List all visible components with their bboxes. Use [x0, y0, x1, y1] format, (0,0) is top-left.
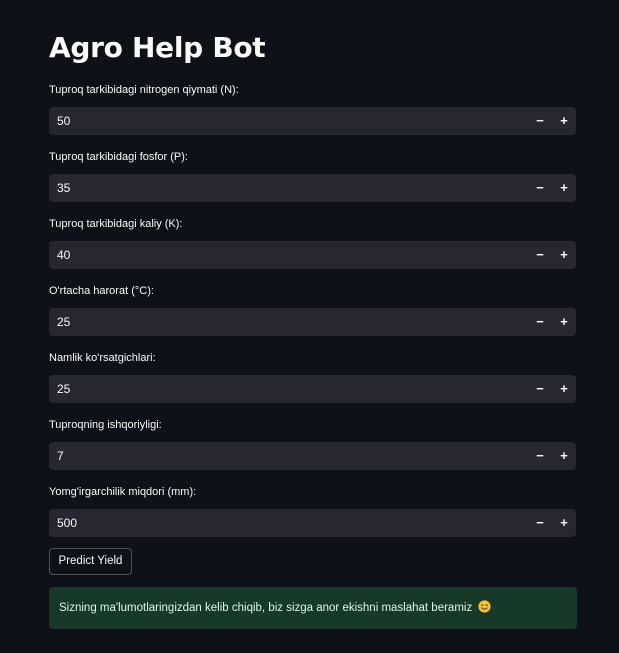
phosphorus-field: Tuproq tarkibidagi fosfor (P): 35 − +	[49, 149, 576, 202]
rainfall-input[interactable]: 500	[57, 509, 77, 537]
temperature-decrement-button[interactable]: −	[529, 308, 551, 336]
app-root: Agro Help Bot Tuproq tarkibidagi nitroge…	[0, 0, 619, 653]
humidity-number-box: 25 − +	[49, 375, 576, 403]
temperature-label: O'rtacha harorat (°C):	[49, 285, 154, 297]
ph-label: Tuproqning ishqoriyligi:	[49, 419, 162, 431]
nitrogen-number-box: 50 − +	[49, 107, 576, 135]
nitrogen-input[interactable]: 50	[57, 107, 70, 135]
potassium-increment-button[interactable]: +	[553, 241, 575, 269]
temperature-increment-button[interactable]: +	[553, 308, 575, 336]
humidity-field: Namlik ko'rsatgichlari: 25 − +	[49, 350, 576, 403]
rainfall-field: Yomg'irgarchilik miqdori (mm): 500 − +	[49, 484, 576, 537]
temperature-number-box: 25 − +	[49, 308, 576, 336]
nitrogen-decrement-button[interactable]: −	[529, 107, 551, 135]
potassium-field: Tuproq tarkibidagi kaliy (K): 40 − +	[49, 216, 576, 269]
humidity-input[interactable]: 25	[57, 375, 70, 403]
ph-decrement-button[interactable]: −	[529, 442, 551, 470]
rainfall-decrement-button[interactable]: −	[529, 509, 551, 537]
predict-yield-button[interactable]: Predict Yield	[49, 548, 132, 575]
ph-input[interactable]: 7	[57, 442, 64, 470]
humidity-decrement-button[interactable]: −	[529, 375, 551, 403]
rainfall-increment-button[interactable]: +	[553, 509, 575, 537]
phosphorus-label: Tuproq tarkibidagi fosfor (P):	[49, 151, 188, 163]
phosphorus-decrement-button[interactable]: −	[529, 174, 551, 202]
smiling-face-icon	[478, 589, 491, 613]
ph-field: Tuproqning ishqoriyligi: 7 − +	[49, 417, 576, 470]
potassium-input[interactable]: 40	[57, 241, 70, 269]
page-title: Agro Help Bot	[49, 31, 266, 64]
humidity-increment-button[interactable]: +	[553, 375, 575, 403]
potassium-decrement-button[interactable]: −	[529, 241, 551, 269]
ph-increment-button[interactable]: +	[553, 442, 575, 470]
temperature-field: O'rtacha harorat (°C): 25 − +	[49, 283, 576, 336]
ph-number-box: 7 − +	[49, 442, 576, 470]
rainfall-number-box: 500 − +	[49, 509, 576, 537]
recommendation-message: Sizning ma'lumotlaringizdan kelib chiqib…	[59, 602, 473, 614]
nitrogen-increment-button[interactable]: +	[553, 107, 575, 135]
humidity-label: Namlik ko'rsatgichlari:	[49, 352, 156, 364]
nitrogen-field: Tuproq tarkibidagi nitrogen qiymati (N):…	[49, 82, 576, 135]
potassium-number-box: 40 − +	[49, 241, 576, 269]
phosphorus-increment-button[interactable]: +	[553, 174, 575, 202]
phosphorus-number-box: 35 − +	[49, 174, 576, 202]
success-alert: Sizning ma'lumotlaringizdan kelib chiqib…	[49, 587, 577, 629]
phosphorus-input[interactable]: 35	[57, 174, 70, 202]
temperature-input[interactable]: 25	[57, 308, 70, 336]
potassium-label: Tuproq tarkibidagi kaliy (K):	[49, 218, 183, 230]
nitrogen-label: Tuproq tarkibidagi nitrogen qiymati (N):	[49, 84, 239, 96]
rainfall-label: Yomg'irgarchilik miqdori (mm):	[49, 486, 197, 498]
